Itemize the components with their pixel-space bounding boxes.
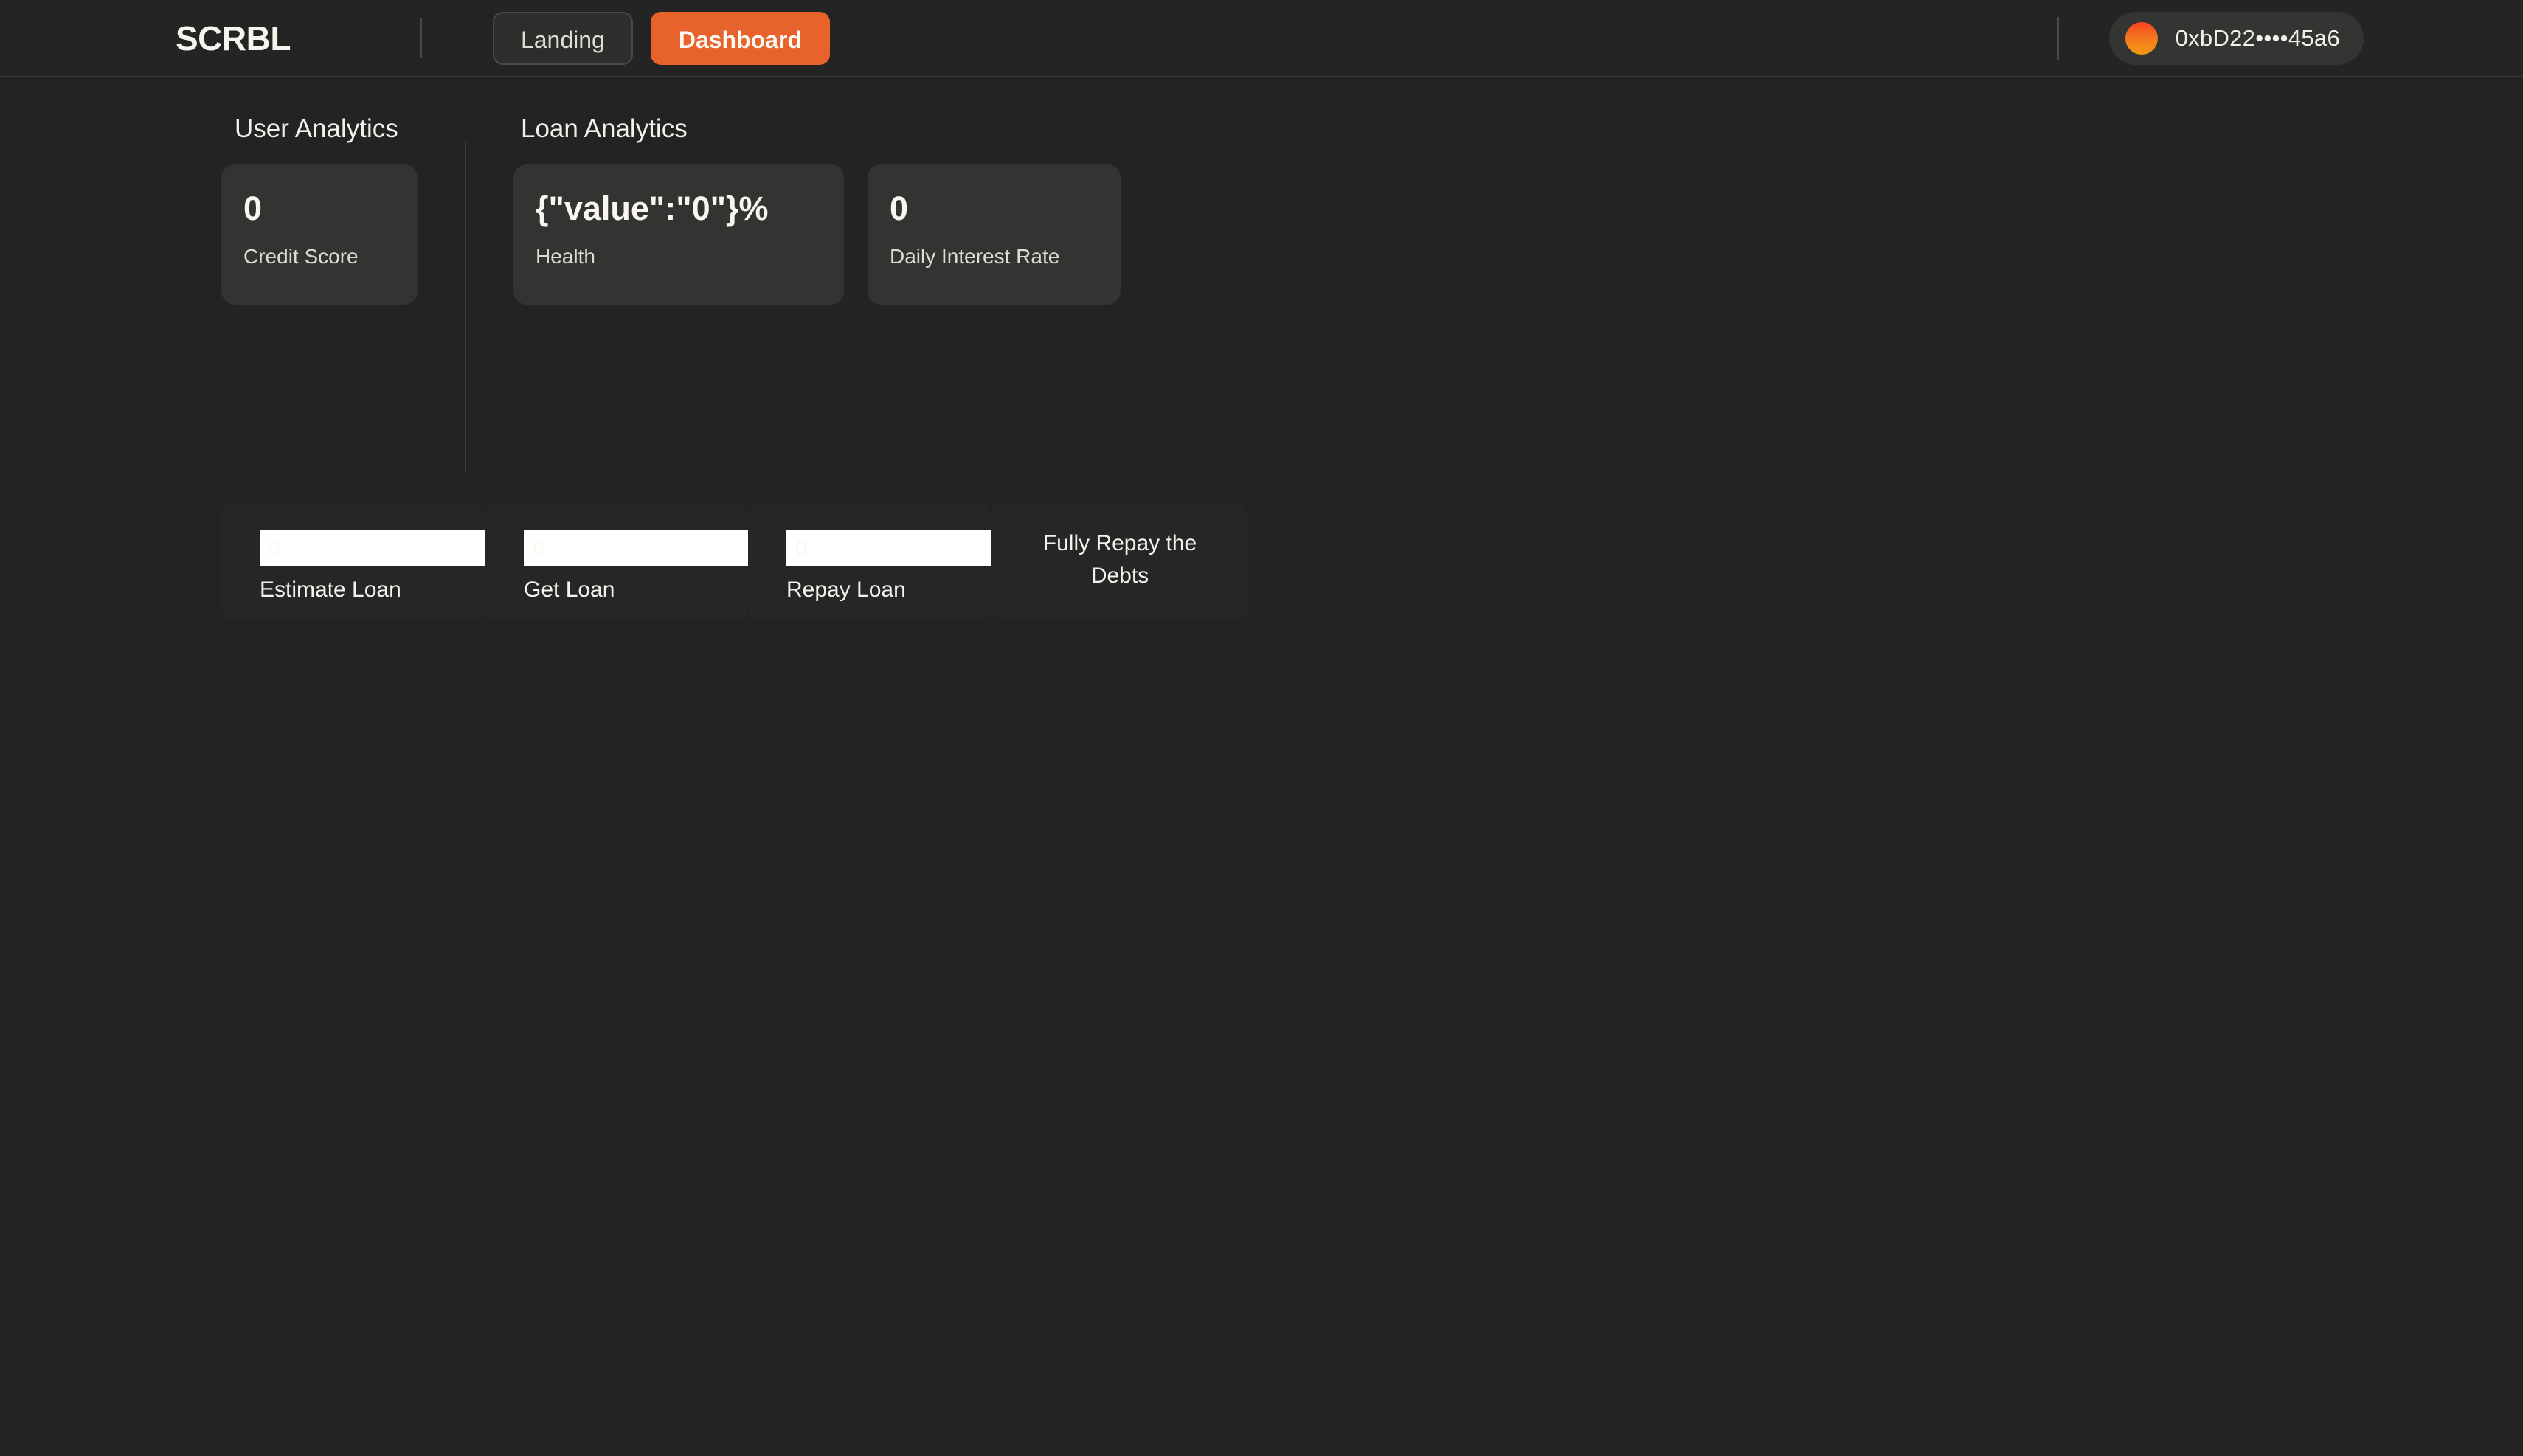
header-right-group: 0xbD22••••45a6 <box>2057 11 2523 65</box>
action-card-repay-loan: Repay Loan <box>748 504 1014 620</box>
stat-card-daily-interest-rate: 0 Daily Interest Rate <box>868 164 1121 305</box>
analytics-row: User Analytics 0 Credit Score Loan Analy… <box>0 77 2523 473</box>
get-loan-button[interactable]: Get Loan <box>524 578 615 603</box>
credit-score-label: Credit Score <box>243 245 359 268</box>
health-label: Health <box>536 245 595 268</box>
analytics-group-divider <box>465 142 466 473</box>
user-analytics-group: User Analytics 0 Credit Score <box>221 114 418 305</box>
estimate-loan-input[interactable] <box>260 530 487 566</box>
repay-loan-input[interactable] <box>786 530 1014 566</box>
nav-tab-landing[interactable]: Landing <box>492 11 633 65</box>
dashboard-main: User Analytics 0 Credit Score Loan Analy… <box>0 77 2523 1456</box>
get-loan-input[interactable] <box>524 530 751 566</box>
brand-logo: SCRBL <box>176 18 291 58</box>
wallet-button[interactable]: 0xbD22••••45a6 <box>2108 11 2364 65</box>
header-left-divider <box>420 18 422 58</box>
main-nav: Landing Dashboard <box>492 11 830 65</box>
health-value: {"value":"0"}% <box>536 190 769 227</box>
stat-card-credit-score: 0 Credit Score <box>221 164 418 305</box>
loan-analytics-cards: {"value":"0"}% Health 0 Daily Interest R… <box>513 164 1121 305</box>
loan-analytics-group: Loan Analytics {"value":"0"}% Health 0 D… <box>513 114 1121 305</box>
header-right-divider <box>2057 16 2059 60</box>
action-card-fully-repay-debts[interactable]: Fully Repay the Debts <box>991 504 1248 620</box>
fully-repay-debts-button[interactable]: Fully Repay the Debts <box>991 527 1248 592</box>
action-card-estimate-loan: Estimate Loan <box>221 504 487 620</box>
credit-score-value: 0 <box>243 190 263 227</box>
loan-analytics-title: Loan Analytics <box>521 114 688 143</box>
stat-card-health: {"value":"0"}% Health <box>513 164 844 305</box>
daily-interest-rate-label: Daily Interest Rate <box>890 245 1060 268</box>
repay-loan-button[interactable]: Repay Loan <box>786 578 906 603</box>
daily-interest-rate-value: 0 <box>890 190 909 227</box>
user-analytics-title: User Analytics <box>235 114 398 143</box>
action-card-get-loan: Get Loan <box>485 504 751 620</box>
loan-actions-row: Estimate Loan Get Loan Repay Loan Fully … <box>221 504 1248 620</box>
estimate-loan-button[interactable]: Estimate Loan <box>260 578 401 603</box>
app-header: SCRBL Landing Dashboard 0xbD22••••45a6 <box>0 0 2523 77</box>
wallet-avatar-icon <box>2125 21 2158 55</box>
user-analytics-cards: 0 Credit Score <box>221 164 418 305</box>
wallet-address-label: 0xbD22••••45a6 <box>2175 24 2340 51</box>
nav-tab-dashboard[interactable]: Dashboard <box>650 11 830 65</box>
